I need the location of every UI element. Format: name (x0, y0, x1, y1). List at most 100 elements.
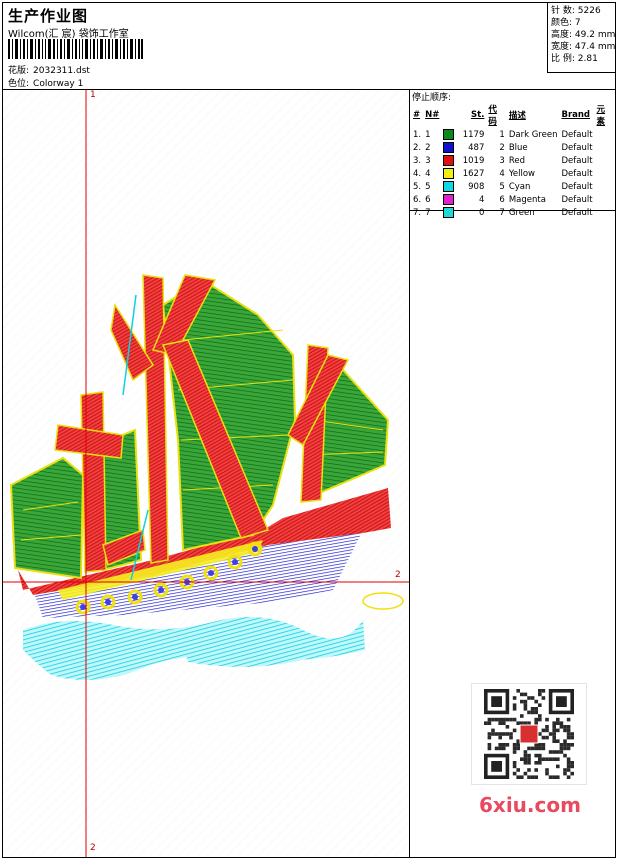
axis-label-vertical-top: 1 (90, 90, 96, 100)
row-needle: 2 (425, 142, 431, 153)
col-code: 代码 (488, 105, 497, 127)
design-stats: 针 数: 5226 颜色: 7 高度: 49.2 mm 宽度: 47.4 mm … (547, 3, 615, 73)
seal-logo (519, 724, 539, 744)
row-stitches: 4 (441, 193, 486, 206)
stitch-count: 0 (478, 208, 485, 218)
color-swatch (443, 142, 455, 153)
stat-scale: 比 例: 2.81 (551, 54, 598, 64)
colorway-row: 色位: Colorway 1 (8, 76, 83, 89)
row-description: Cyan (508, 181, 531, 192)
color-swatch (443, 129, 455, 140)
row-needle: 1 (425, 129, 431, 140)
sheet-header: 生产作业图 Wilcom(汇 宸) 袋饰工作室 花版: 2032311.dst … (3, 3, 615, 90)
row-element (595, 167, 615, 180)
water-waves (23, 617, 365, 681)
col-index: # (413, 110, 421, 120)
color-swatch (443, 168, 455, 179)
watermark-text: 6xiu.com (479, 793, 581, 817)
row-stitches: 1627 (441, 167, 486, 180)
row-stitches: 487 (441, 141, 486, 154)
col-needle: N# (425, 110, 440, 120)
col-description: 描述 (508, 111, 526, 121)
col-brand: Brand (561, 110, 591, 120)
color-row: 2. 2 487 2 Blue Default (411, 141, 615, 154)
row-description: Red (508, 155, 525, 166)
row-index: 3. (413, 155, 422, 166)
col-stitches: St. (470, 110, 485, 120)
row-element (595, 180, 615, 193)
row-code: 3 (499, 155, 505, 166)
color-row: 1. 1 1179 1 Dark Green Default (411, 128, 615, 141)
design-canvas: 1 2 2 (3, 90, 410, 857)
row-needle: 6 (425, 194, 431, 205)
sheet-title: 生产作业图 (8, 7, 89, 25)
row-index: 2. (413, 142, 422, 153)
row-index: 4. (413, 168, 422, 179)
row-needle: 7 (425, 207, 431, 218)
stitch-count: 4 (478, 195, 485, 205)
axis-label-vertical-bottom: 2 (90, 843, 96, 853)
stat-stitches: 针 数: 5226 (551, 6, 601, 16)
row-stitches: 1019 (441, 154, 486, 167)
col-element: 元素 (596, 105, 606, 127)
row-code: 1 (499, 129, 505, 140)
row-brand: Default (561, 181, 593, 192)
color-row: 4. 4 1627 4 Yellow Default (411, 167, 615, 180)
row-needle: 3 (425, 155, 431, 166)
row-stitches: 0 (441, 206, 486, 219)
row-description: Green (508, 207, 535, 218)
color-table: # N# St. 代码 描述 Brand 元素 1. 1 1179 1 Dark Gre… (411, 102, 615, 219)
row-element (595, 128, 615, 141)
row-code: 4 (499, 168, 505, 179)
row-description: Dark Green (508, 129, 558, 140)
row-stitches: 1179 (441, 128, 486, 141)
row-description: Magenta (508, 194, 546, 205)
row-brand: Default (561, 194, 593, 205)
design-file-label: 花版: (8, 66, 30, 76)
row-stitches: 908 (441, 180, 486, 193)
row-element (595, 206, 615, 219)
row-code: 7 (499, 207, 505, 218)
stat-width: 宽度: 47.4 mm (551, 42, 616, 52)
row-element (595, 154, 615, 167)
colorway-value: Colorway 1 (33, 79, 84, 89)
color-swatch (443, 181, 455, 192)
row-element (595, 193, 615, 206)
color-row: 6. 6 4 6 Magenta Default (411, 193, 615, 206)
row-code: 2 (499, 142, 505, 153)
row-index: 7. (413, 207, 422, 218)
color-swatch (443, 155, 455, 166)
stitch-count: 1019 (462, 156, 485, 166)
embroidery-preview (3, 90, 409, 857)
design-file-value: 2032311.dst (33, 66, 90, 76)
stitch-count: 908 (468, 182, 485, 192)
row-code: 6 (499, 194, 505, 205)
row-index: 5. (413, 181, 422, 192)
row-description: Yellow (508, 168, 536, 179)
color-row: 3. 3 1019 3 Red Default (411, 154, 615, 167)
studio-name: Wilcom(汇 宸) 袋饰工作室 (8, 29, 129, 40)
qr-code-graphic (484, 689, 574, 779)
row-code: 5 (499, 181, 505, 192)
stitch-count: 1627 (462, 169, 485, 179)
axis-label-horizontal-right: 2 (395, 570, 401, 580)
row-brand: Default (561, 207, 593, 218)
row-brand: Default (561, 129, 593, 140)
row-needle: 4 (425, 168, 431, 179)
color-swatch (443, 194, 455, 205)
row-index: 6. (413, 194, 422, 205)
row-brand: Default (561, 168, 593, 179)
stitch-count: 487 (468, 143, 485, 153)
barcode (8, 39, 143, 59)
qr-code (471, 683, 587, 785)
row-brand: Default (561, 142, 593, 153)
row-brand: Default (561, 155, 593, 166)
stitch-count: 1179 (462, 130, 485, 140)
colorway-label: 色位: (8, 79, 30, 89)
stop-sequence-table-area: 停止顺序: # N# St. 代码 描述 Brand 元素 1. 1 1179 1 Da… (410, 90, 615, 218)
row-index: 1. (413, 129, 422, 140)
row-element (595, 141, 615, 154)
row-needle: 5 (425, 181, 431, 192)
stat-colors: 颜色: 7 (551, 18, 581, 28)
color-row: 7. 7 0 7 Green Default (411, 206, 615, 219)
